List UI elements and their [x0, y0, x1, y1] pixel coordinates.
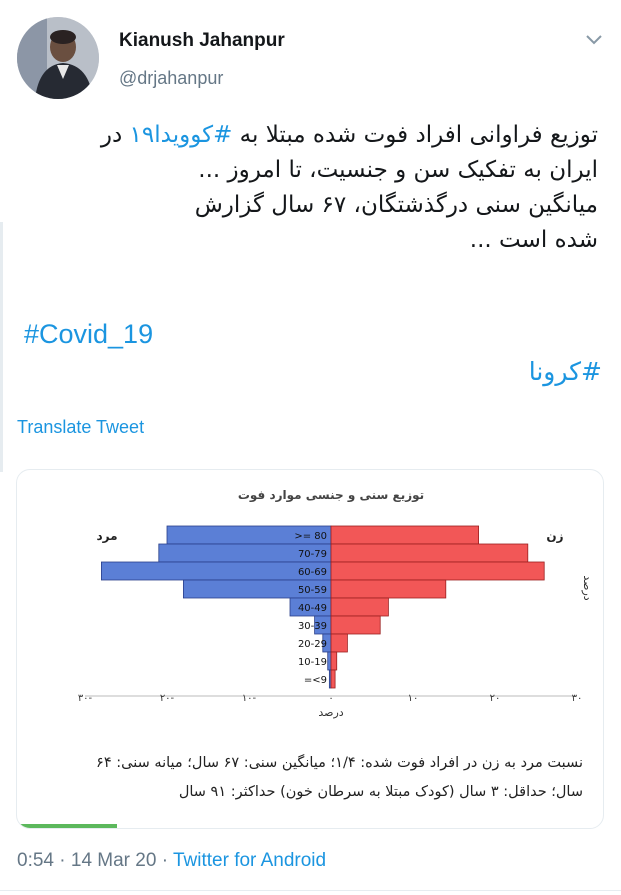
translate-tweet-link[interactable]: Translate Tweet: [17, 417, 144, 438]
left-edge-line: [0, 222, 3, 472]
caption-line-1: نسبت مرد به زن در افراد فوت شده: ۱/۴؛ می…: [96, 755, 583, 771]
display-name[interactable]: Kianush Jahanpur: [119, 30, 285, 52]
bar-male-2: [101, 561, 332, 581]
bar-female-4: [330, 597, 389, 617]
x-tick-label-4: ۱۰: [408, 693, 419, 704]
hashtag-covid19[interactable]: #Covid_19: [24, 319, 153, 350]
tweet-date[interactable]: 14 Mar 20: [71, 850, 157, 871]
footer-separator: ·: [53, 850, 71, 871]
tick-label-age-2: 60-69: [298, 567, 327, 578]
video-progress-bar: [17, 824, 117, 828]
media-card[interactable]: توزیع سنی و جنسی موارد فوت >= 80 70-79 60-6…: [16, 469, 604, 829]
tweet-text-l1-pre: توزیع فراوانی افراد فوت شده مبتلا به: [232, 122, 598, 148]
hashtag-corona[interactable]: #کرونا: [529, 357, 602, 386]
tick-label-age-7: 10-19: [298, 657, 327, 668]
tweet-footer: 0:54 · 14 Mar 20 · Twitter for Android: [17, 850, 326, 872]
x-tick-label-2: ۱۰-: [242, 693, 257, 704]
x-tick-label-6: ۳۰: [572, 693, 583, 704]
bar-female-7: [330, 651, 338, 671]
legend-male-label: مرد: [96, 529, 117, 543]
footer-separator: ·: [156, 850, 173, 871]
caption-line-2: سال؛ حداقل: ۳ سال (کودک مبتلا به سرطان خ…: [178, 784, 583, 800]
bar-male-7: [327, 651, 332, 671]
tick-label-age-1: 70-79: [298, 549, 327, 560]
tweet-text-l1-post: در: [100, 122, 130, 148]
tick-label-age-4: 40-49: [298, 603, 327, 614]
chart-caption: نسبت مرد به زن در افراد فوت شده: ۱/۴؛ می…: [43, 749, 583, 807]
bar-female-2: [330, 561, 545, 581]
x-tick-label-1: ۲۰-: [160, 693, 175, 704]
divider: [0, 890, 621, 891]
bar-female-1: [330, 543, 529, 563]
bar-female-5: [330, 615, 381, 635]
bar-female-0: [330, 525, 480, 545]
tweet-text-line-4: شده است ...: [469, 227, 598, 253]
tick-label-age-0: >= 80: [294, 531, 327, 542]
tweet-time: 0:54: [17, 850, 54, 871]
chart-title: توزیع سنی و جنسی موارد فوت: [238, 488, 424, 503]
tick-label-age-5: 30-39: [298, 621, 327, 632]
tweet-text-line-2: ایران به تفکیک سن و جنسیت، تا امروز ...: [198, 157, 598, 183]
avatar-image: [17, 17, 99, 99]
tick-label-age-3: 50-59: [298, 585, 327, 596]
tweet-text-line-1: توزیع فراوانی افراد فوت شده مبتلا به #کو…: [23, 118, 598, 153]
tweet-text: توزیع فراوانی افراد فوت شده مبتلا به #کو…: [23, 118, 598, 258]
tick-label-age-6: 20-29: [298, 639, 327, 650]
tweet-source-link[interactable]: Twitter for Android: [173, 850, 326, 871]
bar-female-3: [330, 579, 447, 599]
tick-label-age-8: =<9: [304, 675, 327, 686]
avatar[interactable]: [17, 17, 99, 99]
y-axis-label: درصد: [581, 575, 594, 600]
x-tick-label-0: ۳۰-: [78, 693, 93, 704]
hashtag-covid19-fa[interactable]: #کوویدا۱۹: [130, 122, 233, 148]
x-tick-label-3: ۰: [328, 693, 333, 704]
tweet-text-line-3: میانگین سنی درگذشتگان، ۶۷ سال گزارش: [194, 192, 598, 218]
bar-female-6: [330, 633, 348, 653]
chevron-down-icon[interactable]: [583, 30, 605, 50]
x-tick-label-5: ۲۰: [490, 693, 501, 704]
user-handle[interactable]: @drjahanpur: [119, 68, 223, 89]
x-axis-label: درصد: [318, 706, 343, 719]
legend-female-label: زن: [546, 529, 563, 543]
bar-female-8: [330, 669, 336, 689]
population-pyramid-chart: توزیع سنی و جنسی موارد فوت >= 80 70-79 60-6…: [78, 488, 594, 719]
